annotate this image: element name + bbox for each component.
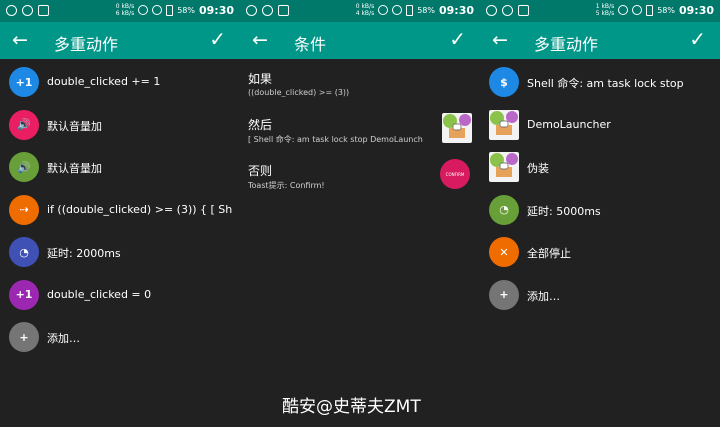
action-label: DemoLauncher xyxy=(527,117,611,131)
action-label: 默认音量加 xyxy=(47,162,102,175)
stop-all-icon: ✕ xyxy=(489,237,519,267)
panel-multi-action-left: 0 kB/s 6 kB/s 58% 09:30 ← 多重动作 ✓ +1 doubl… xyxy=(0,0,240,427)
action-list-item[interactable]: +1 double_clicked += 1 xyxy=(0,61,240,104)
action-label: 添加… xyxy=(527,289,560,303)
action-label: 伪装 xyxy=(527,162,549,175)
action-label: 延时: 2000ms xyxy=(47,247,121,260)
alarm-icon xyxy=(486,5,497,16)
battery-percent: 58% xyxy=(657,5,675,15)
battery-icon xyxy=(166,4,174,16)
action-list-item[interactable]: + 添加… xyxy=(0,316,240,359)
battery-percent: 58% xyxy=(177,5,195,15)
status-bar: 0 kB/s 4 kB/s 58% 09:30 xyxy=(240,0,480,22)
condition-title: 否则 xyxy=(248,164,273,178)
clock: 09:30 xyxy=(438,3,474,17)
condition-detail: ((double_clicked) >= (3)) xyxy=(248,88,350,97)
network-speed: 0 kB/s 4 kB/s xyxy=(355,3,375,17)
condition-else[interactable]: 否则 Toast提示: Confirm! CONFIRM xyxy=(240,155,480,201)
action-label: Shell 命令: am task lock stop xyxy=(527,77,684,90)
confirm-check-icon[interactable]: ✓ xyxy=(449,27,466,51)
notification-icon xyxy=(262,5,273,16)
toolbar: ← 多重动作 ✓ xyxy=(480,22,720,59)
wifi-icon xyxy=(392,5,403,15)
condition-title: 如果 xyxy=(248,72,273,86)
page-title: 多重动作 xyxy=(54,35,119,54)
toast-icon: CONFIRM xyxy=(440,159,470,189)
action-list-item[interactable]: 🔊 默认音量加 xyxy=(0,104,240,147)
status-bar: 0 kB/s 6 kB/s 58% 09:30 xyxy=(0,0,240,22)
action-list-item[interactable]: +1 double_clicked = 0 xyxy=(0,274,240,317)
panel-multi-action-right: 1 kB/s 5 kB/s 58% 09:30 ← 多重动作 ✓ $ Shell … xyxy=(480,0,720,427)
toolbar: ← 条件 ✓ xyxy=(240,22,480,59)
action-list-item[interactable]: + 添加… xyxy=(480,274,720,317)
action-label: 默认音量加 xyxy=(47,119,102,133)
watermark: 酷安@史蒂夫ZMT xyxy=(282,397,421,417)
toolbar: ← 多重动作 ✓ xyxy=(0,22,240,59)
plus-one-icon: +1 xyxy=(9,279,39,310)
if-condition-icon: ⇢ xyxy=(9,194,39,225)
condition-if[interactable]: 如果 ((double_clicked) >= (3)) xyxy=(240,63,480,109)
volume-icon: 🔊 xyxy=(9,152,39,182)
action-list-item[interactable]: $ Shell 命令: am task lock stop xyxy=(480,61,720,104)
action-label: 延时: 5000ms xyxy=(527,204,601,218)
back-arrow-icon[interactable]: ← xyxy=(492,29,508,51)
timer-icon: ◔ xyxy=(9,237,39,267)
action-label: if ((double_clicked) >= (3)) { [ Shell… xyxy=(47,202,232,216)
clock: 09:30 xyxy=(198,3,234,17)
action-label: double_clicked += 1 xyxy=(47,75,161,88)
alarm-icon xyxy=(6,5,17,16)
condition-then[interactable]: 然后 [ Shell 命令: am task lock stop DemoLau… xyxy=(240,109,480,155)
sync-icon xyxy=(152,5,163,15)
condition-detail: [ Shell 命令: am task lock stop DemoLaunch… xyxy=(248,135,423,144)
add-icon: + xyxy=(489,279,519,310)
volume-icon: 🔊 xyxy=(9,109,39,140)
demo-launcher-app-icon xyxy=(442,113,472,143)
plus-one-icon: +1 xyxy=(9,67,39,97)
action-label: 添加… xyxy=(47,332,80,345)
action-list-item[interactable]: 伪装 xyxy=(480,146,720,189)
alarm-icon xyxy=(246,5,257,16)
dollar-icon: $ xyxy=(489,67,519,97)
demo-launcher-app-icon xyxy=(489,109,519,140)
back-arrow-icon[interactable]: ← xyxy=(252,29,268,51)
page-title: 多重动作 xyxy=(534,35,599,54)
action-list-item[interactable]: ◔ 延时: 2000ms xyxy=(0,231,240,274)
notification-icon xyxy=(22,5,33,16)
battery-percent: 58% xyxy=(417,5,435,15)
battery-icon xyxy=(646,4,654,16)
action-list-item[interactable]: ◔ 延时: 5000ms xyxy=(480,189,720,232)
action-label: double_clicked = 0 xyxy=(47,287,152,301)
alarm-status-icon xyxy=(378,5,389,15)
alarm-status-icon xyxy=(618,5,629,15)
action-list-item[interactable]: ✕ 全部停止 xyxy=(480,231,720,274)
action-list-item[interactable]: DemoLauncher xyxy=(480,104,720,147)
page-title: 条件 xyxy=(294,35,327,54)
back-arrow-icon[interactable]: ← xyxy=(12,29,28,51)
demo-launcher-app-icon xyxy=(489,152,519,182)
image-icon xyxy=(278,5,289,16)
add-icon: + xyxy=(9,322,39,352)
battery-icon xyxy=(406,4,414,16)
clock: 09:30 xyxy=(678,3,714,17)
action-list-item[interactable]: 🔊 默认音量加 xyxy=(0,146,240,189)
timer-icon: ◔ xyxy=(489,194,519,225)
condition-title: 然后 xyxy=(248,118,273,132)
status-bar: 1 kB/s 5 kB/s 58% 09:30 xyxy=(480,0,720,22)
image-icon xyxy=(38,5,49,16)
notification-icon xyxy=(502,5,513,16)
condition-detail: Toast提示: Confirm! xyxy=(248,181,325,190)
action-label: 全部停止 xyxy=(527,247,571,260)
confirm-check-icon[interactable]: ✓ xyxy=(209,27,226,51)
network-speed: 0 kB/s 6 kB/s xyxy=(115,3,135,17)
panel-conditions: 0 kB/s 4 kB/s 58% 09:30 ← 条件 ✓ 如果 ((doub… xyxy=(240,0,480,427)
action-list-item[interactable]: ⇢ if ((double_clicked) >= (3)) { [ Shell… xyxy=(0,189,240,232)
wifi-icon xyxy=(632,5,643,15)
confirm-check-icon[interactable]: ✓ xyxy=(689,27,706,51)
alarm-status-icon xyxy=(138,5,149,15)
image-icon xyxy=(518,5,529,16)
network-speed: 1 kB/s 5 kB/s xyxy=(595,3,615,17)
